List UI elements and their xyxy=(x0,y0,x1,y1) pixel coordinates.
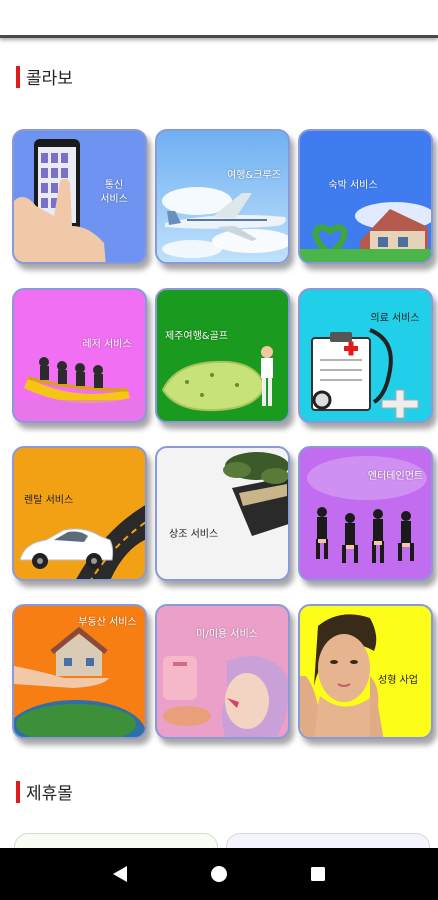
pension-house-icon xyxy=(300,202,431,262)
car-road-icon xyxy=(19,505,145,579)
funeral-flower-icon xyxy=(223,452,288,536)
tile-label: 미/미용 서비스 xyxy=(196,629,258,640)
tile-label: 렌탈 서비스 xyxy=(24,495,74,506)
airplane-icon xyxy=(162,187,288,258)
beauty-makeup-icon xyxy=(163,656,288,737)
medical-clipboard-icon xyxy=(311,328,419,419)
tile-label: 통신 서비스 xyxy=(100,180,128,205)
tile-plastic-surgery[interactable]: 성형 사업 xyxy=(298,604,433,739)
tile-real-estate[interactable]: 부동산 서비스 xyxy=(12,604,147,739)
tile-label: 제주여행&골프 xyxy=(165,331,228,342)
face-model-icon xyxy=(300,614,384,737)
home-button[interactable] xyxy=(204,859,234,889)
tile-leisure[interactable]: 레저 서비스 xyxy=(12,288,147,423)
tile-label: 레저 서비스 xyxy=(82,339,132,350)
recents-button[interactable] xyxy=(303,859,333,889)
tile-rental[interactable]: 렌탈 서비스 xyxy=(12,446,147,581)
rafting-icon xyxy=(14,357,145,421)
android-nav-bar xyxy=(0,848,438,900)
accent-bar xyxy=(16,65,20,88)
top-divider xyxy=(0,0,438,38)
tile-label: 여행&크루즈 xyxy=(227,170,281,181)
tile-label: 성형 사업 xyxy=(378,675,418,686)
tile-entertainment[interactable]: 엔터테인먼트 xyxy=(298,446,433,581)
accent-bar xyxy=(16,780,20,803)
jeju-golf-icon xyxy=(161,346,273,412)
tile-label: 의료 서비스 xyxy=(370,313,420,324)
section-title: 제휴몰 xyxy=(26,784,73,804)
tile-lodging[interactable]: 숙박 서비스 xyxy=(298,129,433,264)
tile-funeral[interactable]: 상조 서비스 xyxy=(155,446,290,581)
section-header-collab: 콜라보 xyxy=(16,64,73,89)
home-circle-icon xyxy=(210,866,227,882)
section-title: 콜라보 xyxy=(26,69,73,89)
tile-label: 부동산 서비스 xyxy=(78,617,137,628)
back-button[interactable] xyxy=(105,859,135,889)
tile-jeju-golf[interactable]: 제주여행&골프 xyxy=(155,288,290,423)
tile-beauty[interactable]: 미/미용 서비스 xyxy=(155,604,290,739)
tile-travel-cruise[interactable]: 여행&크루즈 xyxy=(155,129,290,264)
tile-telecom[interactable]: 통신 서비스 xyxy=(12,129,147,264)
tile-label: 상조 서비스 xyxy=(169,529,219,540)
recents-square-icon xyxy=(311,867,326,881)
tile-label: 엔터테인먼트 xyxy=(367,471,424,482)
tile-medical[interactable]: 의료 서비스 xyxy=(298,288,433,423)
tile-label: 숙박 서비스 xyxy=(328,180,378,191)
back-triangle-icon xyxy=(112,866,127,882)
dancers-icon xyxy=(307,456,427,563)
section-header-partner: 제휴몰 xyxy=(16,779,73,804)
